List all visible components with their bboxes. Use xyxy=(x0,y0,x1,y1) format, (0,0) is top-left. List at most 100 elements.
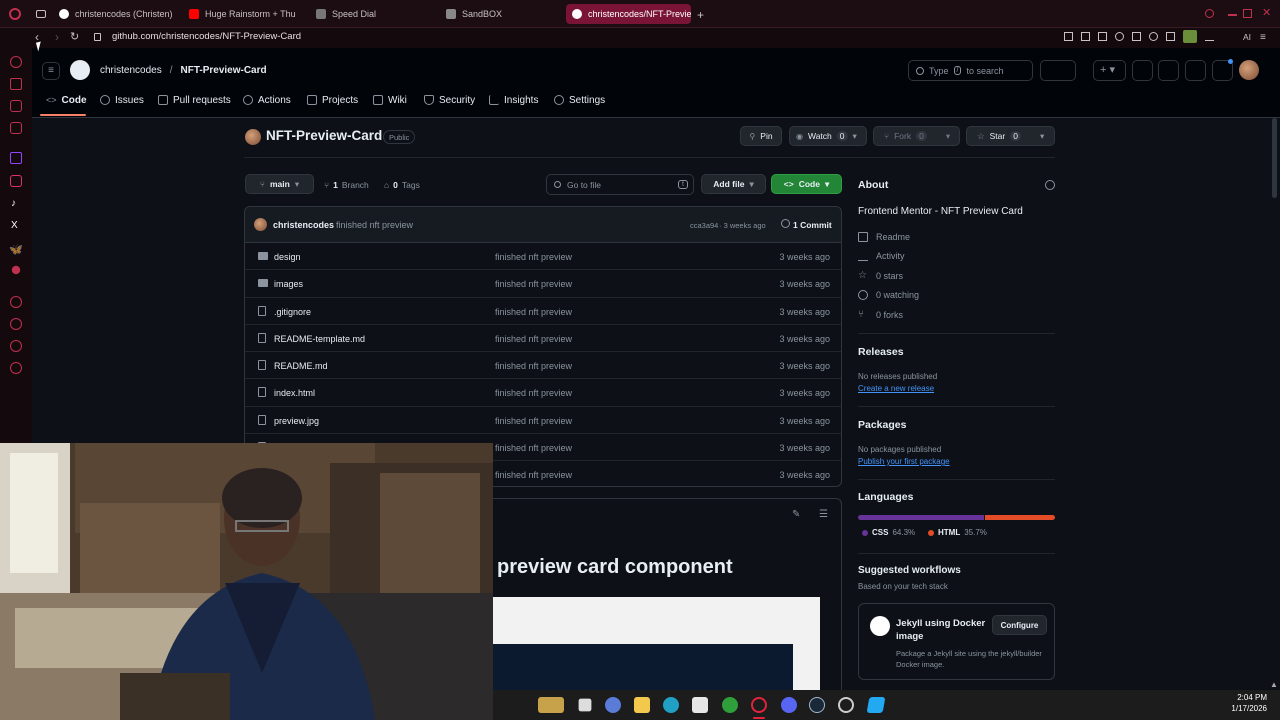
widgets-icon[interactable] xyxy=(538,697,564,713)
vscode-icon[interactable] xyxy=(866,697,886,713)
file-manager-icon[interactable] xyxy=(578,698,592,712)
pull-requests-icon[interactable] xyxy=(1158,60,1179,81)
copilot-button[interactable] xyxy=(1040,60,1076,81)
vpn-icon[interactable] xyxy=(1115,32,1124,41)
file-commit-message[interactable]: finished nft preview xyxy=(495,443,572,453)
branches-link[interactable]: ⑂ 1 Branch xyxy=(324,180,369,190)
settings-side-icon[interactable] xyxy=(10,362,22,374)
add-file-button[interactable]: Add file ▾ xyxy=(701,174,766,194)
store-icon[interactable] xyxy=(692,697,708,713)
file-row[interactable]: images finished nft preview 3 weeks ago xyxy=(245,270,841,298)
clock-date[interactable]: 1/17/2026 xyxy=(1231,704,1267,713)
file-commit-message[interactable]: finished nft preview xyxy=(495,307,572,317)
fork-button[interactable]: ⑂ Fork 0 ▾ xyxy=(873,126,960,146)
tags-link[interactable]: ⌂ 0 Tags xyxy=(384,180,420,190)
language-css[interactable]: CSS 64.3% xyxy=(862,528,915,537)
file-row[interactable]: README.md finished nft preview 3 weeks ago xyxy=(245,352,841,380)
ai-button[interactable]: AI xyxy=(1243,32,1251,42)
instagram-icon[interactable] xyxy=(10,175,22,187)
extensions-icon[interactable] xyxy=(1166,32,1175,41)
owner-link[interactable]: christencodes xyxy=(100,65,162,76)
tab-insights[interactable]: Insights xyxy=(489,92,538,108)
file-commit-message[interactable]: finished nft preview xyxy=(495,279,572,289)
tab-pull-requests[interactable]: Pull requests xyxy=(158,92,231,108)
file-name[interactable]: images xyxy=(274,279,303,289)
configure-button[interactable]: Configure xyxy=(992,615,1047,635)
xbox-icon[interactable] xyxy=(722,697,738,713)
maximize-icon[interactable] xyxy=(1243,9,1252,18)
tab-code[interactable]: <> Code xyxy=(46,92,87,108)
file-commit-message[interactable]: finished nft preview xyxy=(495,252,572,262)
code-button[interactable]: <> Code ▾ xyxy=(771,174,842,194)
about-watching[interactable]: 0 watching xyxy=(858,290,919,300)
about-settings-icon[interactable] xyxy=(1045,180,1055,190)
file-name[interactable]: README.md xyxy=(274,361,328,371)
create-new-button[interactable]: + ▾ xyxy=(1093,60,1126,81)
tab-issues[interactable]: Issues xyxy=(100,92,144,108)
whatsapp-icon[interactable] xyxy=(10,122,22,134)
hamburger-menu-icon[interactable]: ≡ xyxy=(42,62,60,80)
recent-icon[interactable] xyxy=(10,56,22,68)
steam-icon[interactable] xyxy=(809,697,825,713)
tab-wiki[interactable]: Wiki xyxy=(373,92,407,108)
explorer-icon[interactable] xyxy=(634,697,650,713)
history-icon[interactable] xyxy=(10,318,22,330)
file-row[interactable]: index.html finished nft preview 3 weeks ag… xyxy=(245,379,841,407)
repo-link[interactable]: NFT-Preview-Card xyxy=(180,65,266,76)
outline-icon[interactable]: ☰ xyxy=(819,509,828,520)
pinboard-icon[interactable] xyxy=(10,296,22,308)
publish-package-link[interactable]: Publish your first package xyxy=(858,457,950,466)
opera-icon[interactable] xyxy=(751,697,767,713)
file-name[interactable]: preview.jpg xyxy=(274,416,319,426)
close-icon[interactable]: ✕ xyxy=(1262,6,1271,19)
avatar[interactable] xyxy=(1239,60,1259,80)
repositories-icon[interactable] xyxy=(1185,60,1206,81)
tiktok-icon[interactable]: ♪ xyxy=(11,198,16,209)
search-input[interactable]: Type / to search xyxy=(908,60,1033,81)
commit-author[interactable]: christencodes xyxy=(273,220,334,230)
tab-actions[interactable]: Actions xyxy=(243,92,291,108)
star-button[interactable]: ☆ Star 0 ▾ xyxy=(966,126,1055,146)
menu-icon[interactable]: ≡ xyxy=(1260,32,1266,43)
about-activity[interactable]: Activity xyxy=(858,251,905,261)
download-icon[interactable] xyxy=(1205,32,1214,41)
file-commit-message[interactable]: finished nft preview xyxy=(495,361,572,371)
aria-icon[interactable] xyxy=(10,78,22,90)
tab-2[interactable]: Speed Dial xyxy=(310,4,430,24)
edge-icon[interactable] xyxy=(663,697,679,713)
commit-hash[interactable]: cca3a94 xyxy=(690,221,718,230)
repo-title[interactable]: NFT-Preview-Card xyxy=(266,128,382,143)
packages-title[interactable]: Packages xyxy=(858,419,906,431)
github-logo-icon[interactable] xyxy=(70,60,90,80)
tab-3[interactable]: SandBOX xyxy=(440,4,560,24)
file-name[interactable]: .gitignore xyxy=(274,307,311,317)
pin-button[interactable]: ⚲ Pin xyxy=(740,126,782,146)
watch-button[interactable]: ◉ Watch 0 ▾ xyxy=(789,126,867,146)
tab-security[interactable]: Security xyxy=(424,92,475,108)
messenger-icon[interactable] xyxy=(10,100,22,112)
language-html[interactable]: HTML 35.7% xyxy=(928,528,987,537)
file-row[interactable]: design finished nft preview 3 weeks ago xyxy=(245,243,841,271)
file-row[interactable]: .gitignore finished nft preview 3 weeks ag… xyxy=(245,298,841,325)
about-readme[interactable]: Readme xyxy=(858,232,910,242)
tab-0[interactable]: christencodes (Christen) xyxy=(53,4,178,24)
heart-icon[interactable] xyxy=(1149,32,1158,41)
releases-title[interactable]: Releases xyxy=(858,346,904,358)
commit-message[interactable]: finished nft preview xyxy=(336,220,413,230)
tab-4-active[interactable]: christencodes/NFT-Previe xyxy=(566,4,691,24)
discord-icon[interactable] xyxy=(781,697,797,713)
branch-selector[interactable]: ⑂ main ▾ xyxy=(245,174,314,194)
forward-icon[interactable]: › xyxy=(55,30,59,44)
bluesky-icon[interactable]: 🦋 xyxy=(9,243,23,256)
url-field[interactable]: github.com/christencodes/NFT-Preview-Car… xyxy=(112,31,301,42)
about-forks[interactable]: ⑂ 0 forks xyxy=(858,309,903,320)
workflow-card-title[interactable]: Jekyll using Docker image xyxy=(896,617,991,643)
reload-icon[interactable]: ↻ xyxy=(70,30,79,43)
go-to-file-input[interactable]: Go to file t xyxy=(546,174,694,195)
about-stars[interactable]: ☆ 0 stars xyxy=(858,270,903,281)
file-commit-message[interactable]: finished nft preview xyxy=(495,388,572,398)
settings-icon[interactable] xyxy=(838,697,854,713)
file-commit-message[interactable]: finished nft preview xyxy=(495,470,572,480)
new-tab-icon[interactable]: + xyxy=(697,8,704,22)
file-name[interactable]: README-template.md xyxy=(274,334,365,344)
